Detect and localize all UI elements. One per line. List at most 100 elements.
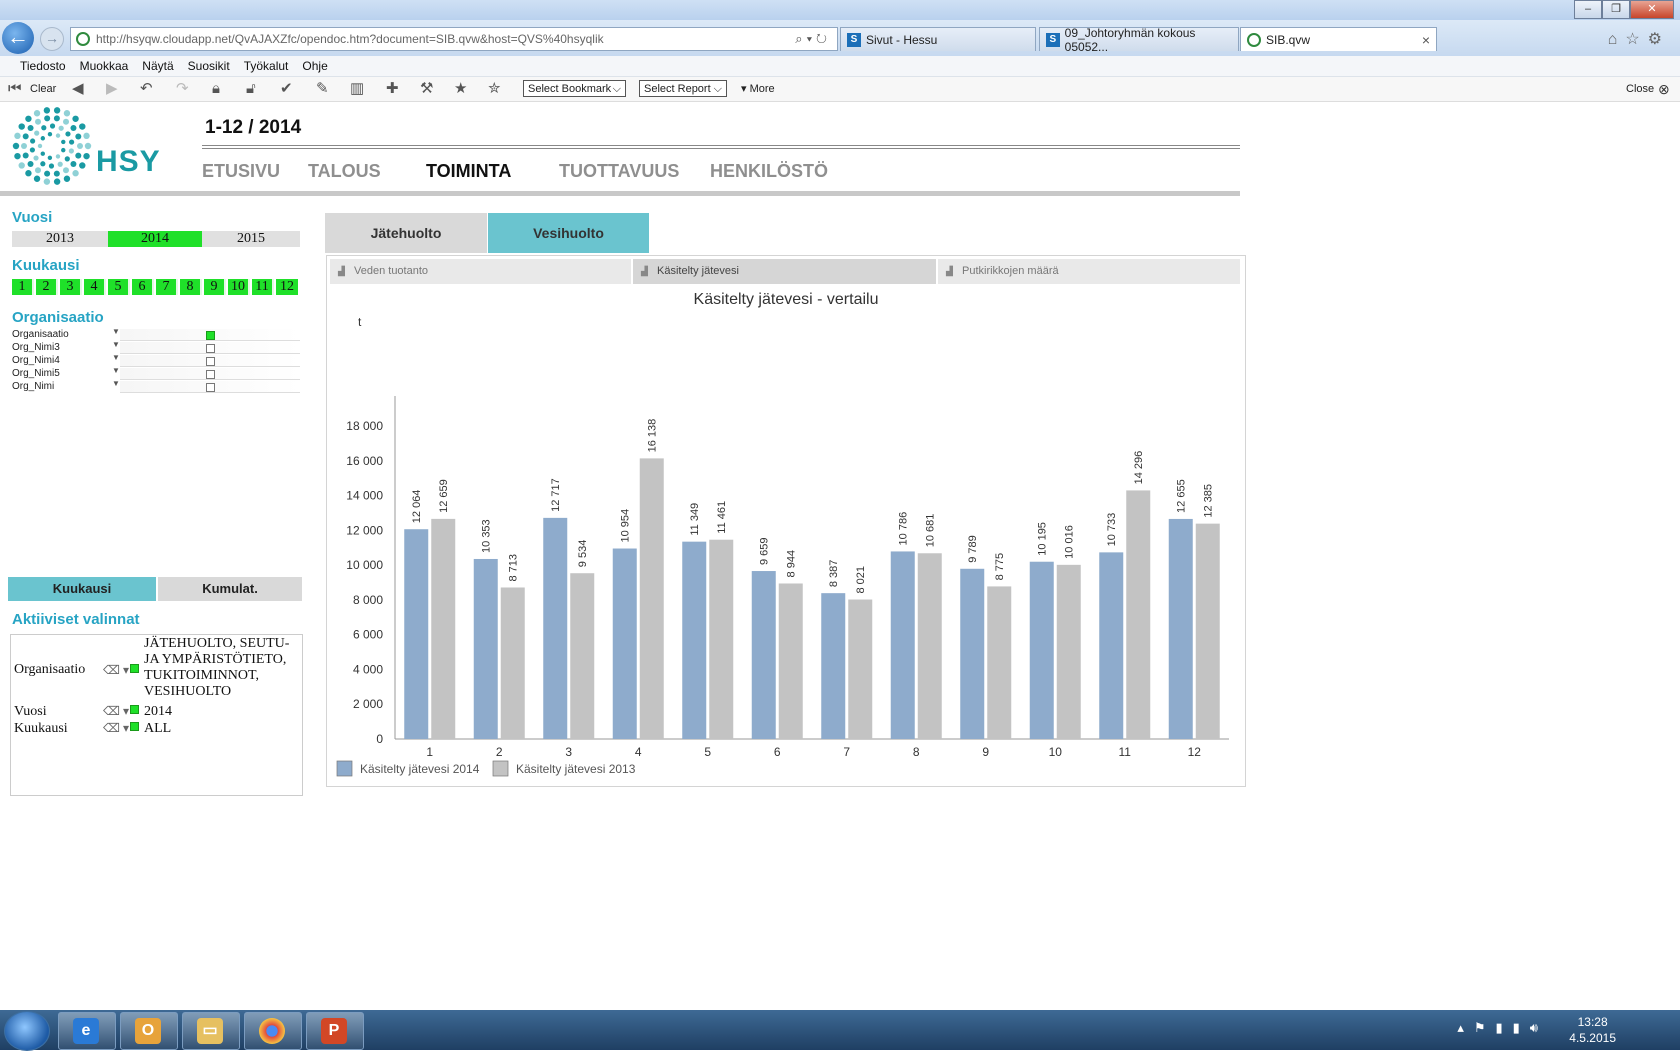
year-option[interactable]: 2015 — [202, 231, 300, 247]
taskbar-powerpoint[interactable]: P — [306, 1012, 364, 1050]
menu-item[interactable]: Tiedosto — [20, 59, 66, 73]
active-selections-box: Organisaatio ⌫ ▾ JÄTEHUOLTO, SEUTU- JA Y… — [10, 634, 303, 796]
taskbar-outlook[interactable]: O — [120, 1012, 178, 1050]
menu-item[interactable]: Näytä — [142, 59, 173, 73]
month-option[interactable]: 12 — [276, 279, 298, 295]
settings-icon[interactable]: ⚙ — [1648, 31, 1670, 48]
clear-button[interactable]: Clear — [30, 80, 56, 98]
dropdown-icon[interactable]: ▼ — [112, 327, 120, 336]
clock[interactable]: 13:28 4.5.2015 — [1569, 1014, 1616, 1046]
dropdown-icon[interactable]: ▼ — [112, 366, 120, 375]
month-option[interactable]: 8 — [180, 279, 202, 295]
checkbox[interactable] — [206, 370, 215, 379]
tab-close-icon[interactable]: × — [1422, 32, 1430, 48]
back-button[interactable]: ← — [2, 22, 34, 54]
taskbar-ie[interactable]: e — [58, 1012, 116, 1050]
edit-icon[interactable]: ✎ — [316, 80, 329, 98]
nav-talous[interactable]: TALOUS — [308, 161, 381, 182]
favorites-icon[interactable]: ☆ — [1625, 31, 1647, 48]
close-window-button[interactable]: ✕ — [1630, 0, 1674, 19]
month-option[interactable]: 2 — [36, 279, 58, 295]
select-report-dropdown[interactable]: Select Report ⌵ — [639, 80, 727, 97]
month-option[interactable]: 9 — [204, 279, 226, 295]
org-field-row[interactable]: Org_Nimi5 ▼ — [12, 366, 300, 380]
eraser-icon[interactable]: ⌫ ▾ — [103, 663, 129, 678]
y-tick-label: 6 000 — [353, 628, 383, 642]
browser-tab[interactable]: S Sivut - Hessu — [840, 27, 1036, 51]
home-icon[interactable]: ⌂ — [1608, 31, 1626, 48]
repository-icon[interactable]: ⚒ — [420, 80, 433, 98]
selection-value: JÄTEHUOLTO, SEUTU- JA YMPÄRISTÖTIETO, TU… — [144, 636, 290, 699]
nav-tuottavuus[interactable]: TUOTTAVUUS — [559, 161, 679, 182]
org-field-row[interactable]: Org_Nimi3 ▼ — [12, 340, 300, 354]
nav-toiminta[interactable]: TOIMINTA — [426, 161, 511, 182]
back-selection-icon[interactable]: ◀ — [72, 80, 84, 98]
mode-button-kuukausi[interactable]: Kuukausi — [8, 577, 156, 601]
tab-vesihuolto[interactable]: Vesihuolto — [488, 213, 649, 253]
bookmark-icon[interactable]: ✮ — [488, 80, 501, 98]
address-url[interactable]: http://hsyqw.cloudapp.net/QvAJAXZfc/open… — [96, 32, 795, 46]
forward-selection-icon[interactable]: ▶ — [106, 80, 118, 98]
month-option[interactable]: 1 — [12, 279, 34, 295]
address-tools-icon[interactable]: ⌕▾↻ — [795, 31, 831, 47]
month-option[interactable]: 11 — [252, 279, 274, 295]
checkbox[interactable] — [206, 331, 215, 340]
month-option[interactable]: 4 — [84, 279, 106, 295]
menu-item[interactable]: Työkalut — [244, 59, 289, 73]
browser-tab-label: Sivut - Hessu — [866, 32, 938, 47]
checkbox[interactable] — [206, 344, 215, 353]
menu-item[interactable]: Ohje — [302, 59, 327, 73]
taskbar-explorer[interactable]: ▭ — [182, 1012, 240, 1050]
tab-jatehuolto[interactable]: Jätehuolto — [325, 213, 487, 253]
org-field-row[interactable]: Organisaatio ▼ — [12, 327, 300, 341]
year-option[interactable]: 2013 — [12, 231, 108, 247]
dropdown-icon[interactable]: ▼ — [112, 340, 120, 349]
year-section-title: Vuosi — [12, 209, 53, 226]
close-button[interactable]: Close — [1626, 80, 1654, 98]
org-field-row[interactable]: Org_Nimi4 ▼ — [12, 353, 300, 367]
select-bookmark-dropdown[interactable]: Select Bookmark ⌵ — [523, 80, 626, 97]
minimize-button[interactable]: – — [1574, 0, 1602, 19]
checkbox[interactable] — [206, 357, 215, 366]
eraser-icon[interactable]: ⌫ ▾ — [103, 721, 129, 736]
month-option[interactable]: 5 — [108, 279, 130, 295]
unlock-icon[interactable]: 🔓︎ — [246, 80, 256, 98]
menu-item[interactable]: Muokkaa — [80, 59, 129, 73]
close-icon[interactable]: ⊗ — [1658, 80, 1670, 98]
bar-value-label: 10 016 — [1064, 525, 1076, 559]
add-bookmark-icon[interactable]: ★ — [454, 80, 467, 98]
undo-icon[interactable]: ↶ — [140, 80, 153, 98]
nav-henkilosto[interactable]: HENKILÖSTÖ — [710, 161, 828, 182]
mode-button-kumulat[interactable]: Kumulat. — [158, 577, 302, 601]
year-option-selected[interactable]: 2014 — [108, 231, 202, 247]
month-option[interactable]: 6 — [132, 279, 154, 295]
nav-etusivu[interactable]: ETUSIVU — [202, 161, 280, 182]
checkbox[interactable] — [206, 383, 215, 392]
month-option[interactable]: 3 — [60, 279, 82, 295]
lock-icon[interactable]: 🔒︎ — [212, 80, 220, 98]
browser-tab-active[interactable]: SIB.qvw × — [1240, 27, 1437, 51]
bar-value-label: 11 461 — [716, 501, 728, 534]
month-option[interactable]: 10 — [228, 279, 250, 295]
org-field-row[interactable]: Org_Nimi ▼ — [12, 379, 300, 393]
x-tick-label: 5 — [704, 745, 711, 759]
redo-icon[interactable]: ↷ — [176, 80, 189, 98]
maximize-button[interactable]: ❐ — [1602, 0, 1630, 19]
chart-icon[interactable]: ▥ — [350, 80, 364, 98]
menu-item[interactable]: Suosikit — [188, 59, 230, 73]
more-menu[interactable]: ▾ More — [741, 80, 775, 98]
eraser-icon[interactable]: ⌫ ▾ — [103, 704, 129, 719]
forward-button[interactable]: → — [40, 27, 64, 51]
address-bar[interactable]: http://hsyqw.cloudapp.net/QvAJAXZfc/open… — [70, 27, 838, 51]
bar-chart: t 0 2 000 4 000 6 000 8 000 10 000 12 000 14 000… — [336, 315, 1229, 777]
system-tray[interactable]: ▴⚑▮▮🔊︎ — [1457, 1020, 1548, 1036]
add-icon[interactable]: ✚ — [386, 80, 399, 98]
clear-icon[interactable]: ⏮ — [8, 80, 22, 98]
taskbar-chrome[interactable] — [244, 1012, 302, 1050]
start-button[interactable] — [4, 1011, 50, 1051]
browser-tab[interactable]: S 09_Johtoryhmän kokous 05052... — [1039, 26, 1239, 54]
check-icon[interactable]: ✔ — [280, 80, 293, 98]
dropdown-icon[interactable]: ▼ — [112, 353, 120, 362]
month-option[interactable]: 7 — [156, 279, 178, 295]
dropdown-icon[interactable]: ▼ — [112, 379, 120, 388]
